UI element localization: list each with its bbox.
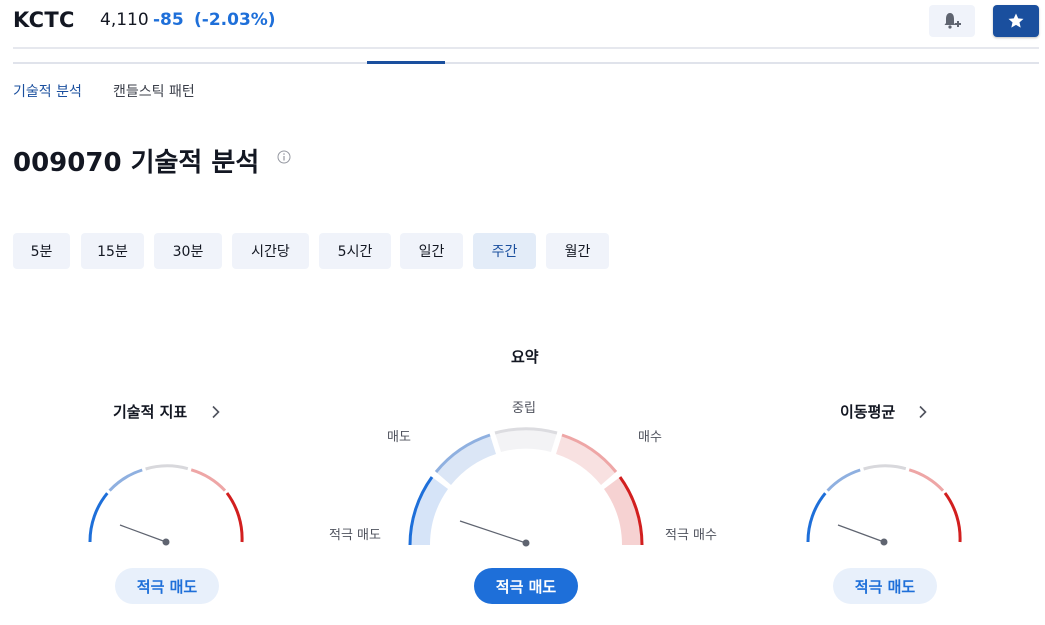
scale-label-neutral: 중립 [512,401,536,416]
scale-label-strong-sell: 적극 매도 [329,528,381,543]
section-tab-indicator [367,61,445,64]
period-5m-button[interactable]: 5분 [13,233,70,269]
last-price: 4,110 [100,10,149,30]
period-30m-button[interactable]: 30분 [154,233,222,269]
summary-rating-badge: 적극 매도 [474,568,578,604]
period-5h-button[interactable]: 5시간 [319,233,391,269]
section-tab-rail [13,62,1039,64]
summary-gauge [408,427,644,547]
moving-averages-title[interactable]: 이동평균 [840,401,895,422]
info-icon[interactable] [277,150,291,164]
period-1h-button[interactable]: 시간당 [232,233,309,269]
favorite-button[interactable] [993,5,1039,37]
bell-plus-icon [944,13,961,29]
symbol-header: KCTC 4,110 -85 (-2.03%) [0,0,1045,48]
tab-candlestick-patterns[interactable]: 캔들스틱 패턴 [113,81,195,101]
price-change-percent: (-2.03%) [194,10,276,30]
oscillators-title[interactable]: 기술적 지표 [113,401,187,422]
moving-averages-gauge [806,464,962,546]
tab-technical-analysis[interactable]: 기술적 분석 [13,81,82,101]
header-divider [13,47,1039,49]
period-weekly-button[interactable]: 주간 [473,233,536,269]
ticker-symbol: KCTC [13,8,75,32]
chevron-right-icon[interactable] [211,405,221,419]
oscillators-rating-badge: 적극 매도 [115,568,219,604]
summary-title: 요약 [511,348,539,366]
page-title: 009070 기술적 분석 [13,148,260,178]
moving-averages-rating-badge: 적극 매도 [833,568,937,604]
price-change: -85 [153,10,184,30]
add-alert-button[interactable] [929,5,975,37]
oscillators-gauge [88,464,244,546]
period-monthly-button[interactable]: 월간 [546,233,609,269]
period-daily-button[interactable]: 일간 [400,233,463,269]
period-15m-button[interactable]: 15분 [81,233,144,269]
chevron-right-icon[interactable] [918,405,928,419]
scale-label-strong-buy: 적극 매수 [665,528,717,543]
star-icon [1008,13,1024,28]
